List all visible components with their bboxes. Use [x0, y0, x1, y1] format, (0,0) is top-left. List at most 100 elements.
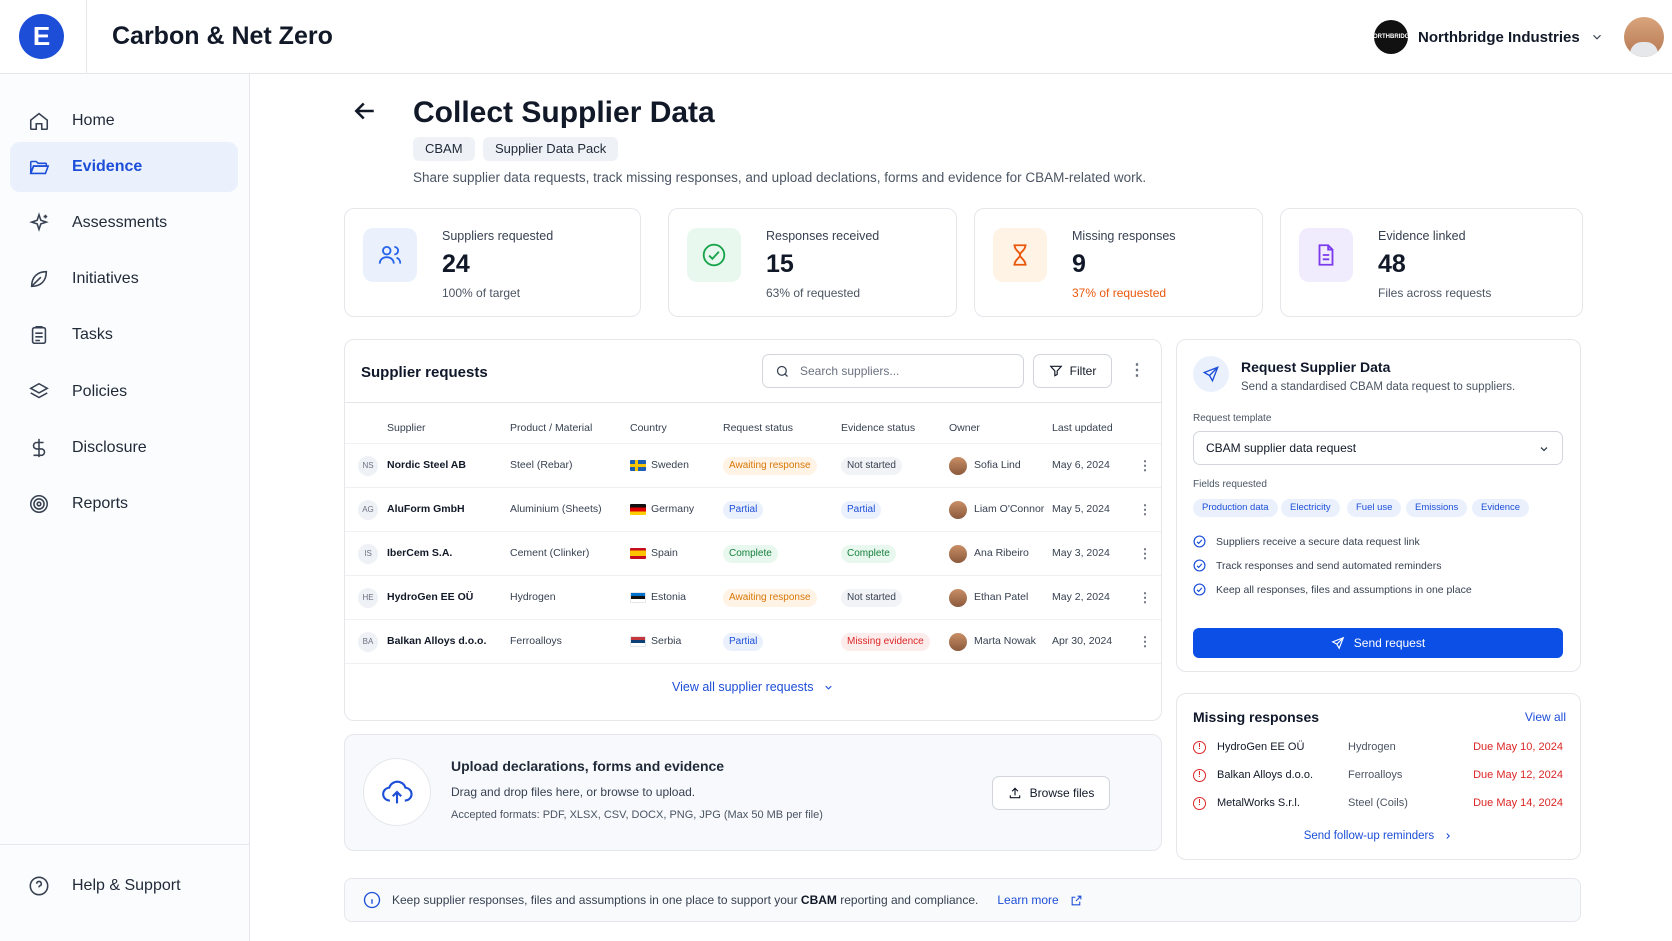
row-more-icon[interactable]: ⋮	[1137, 502, 1153, 518]
row-more-icon[interactable]: ⋮	[1137, 458, 1153, 474]
search-input[interactable]: Search suppliers...	[762, 354, 1024, 388]
sidebar-item-evidence[interactable]: Evidence	[10, 142, 238, 192]
send-label: Send request	[1353, 636, 1426, 650]
banner-text-bold: CBAM	[800, 893, 837, 907]
supplier-name[interactable]: Nordic Steel AB	[387, 459, 466, 471]
field-tag[interactable]: Electricity	[1281, 499, 1340, 517]
list-item[interactable]: ! HydroGen EE OÜ Hydrogen Due May 10, 20…	[1193, 739, 1563, 757]
request-status-badge: Complete	[723, 545, 778, 563]
more-icon[interactable]: ⋮	[1129, 363, 1145, 379]
owner-name: Ana Ribeiro	[974, 547, 1029, 559]
owner-avatar	[949, 501, 967, 519]
owner-avatar	[949, 545, 967, 563]
column-header[interactable]: Country	[630, 422, 667, 434]
template-select[interactable]: CBAM supplier data request	[1193, 431, 1563, 465]
sidebar-item-disclosure[interactable]: Disclosure	[10, 423, 238, 473]
supplier-name[interactable]: HydroGen EE OÜ	[387, 591, 473, 603]
evidence-status-badge: Complete	[841, 545, 896, 563]
supplier-name[interactable]: IberCem S.A.	[387, 547, 452, 559]
spain-flag-icon	[630, 548, 646, 559]
filter-button[interactable]: Filter	[1033, 354, 1112, 388]
evidence-status-badge: Not started	[841, 457, 902, 475]
org-switcher[interactable]: NORTHBRIDGE Northbridge Industries	[1369, 20, 1604, 54]
stat-sub: 37% of requested	[1072, 286, 1167, 300]
germany-flag-icon	[630, 504, 646, 515]
divider	[345, 663, 1161, 664]
send-request-button[interactable]: Send request	[1193, 628, 1563, 658]
supplier-name[interactable]: AluForm GmbH	[387, 503, 465, 515]
column-header[interactable]: Evidence status	[841, 422, 915, 434]
feature-text: Track responses and send automated remin…	[1216, 559, 1442, 572]
sidebar-item-label: Policies	[72, 383, 128, 400]
request-status-badge: Partial	[723, 501, 764, 519]
chevron-right-icon	[1446, 833, 1451, 839]
table-row[interactable]: HE HydroGen EE OÜ Hydrogen Estonia Await…	[345, 576, 1161, 620]
section-title: Missing responses	[1193, 709, 1320, 725]
supplier-name: MetalWorks S.r.l.	[1217, 797, 1300, 809]
upload-formats: Accepted formats: PDF, XLSX, CSV, DOCX, …	[451, 809, 823, 821]
owner-avatar	[949, 633, 967, 651]
due-date: Due May 12, 2024	[1473, 769, 1563, 781]
alert-icon: !	[1193, 769, 1206, 782]
table-row[interactable]: BA Balkan Alloys d.o.o. Ferroalloys Serb…	[345, 620, 1161, 664]
supplier-name[interactable]: Balkan Alloys d.o.o.	[387, 635, 486, 647]
sidebar-item-initiatives[interactable]: Initiatives	[10, 254, 238, 304]
sidebar-item-assessments[interactable]: Assessments	[10, 198, 238, 248]
external-link-icon[interactable]	[1070, 894, 1083, 907]
sidebar-item-label: Home	[72, 112, 115, 129]
sidebar-item-label: Tasks	[72, 326, 113, 343]
field-tag[interactable]: Production data	[1193, 499, 1278, 517]
supplier-initials: BA	[358, 632, 378, 652]
sidebar-item-reports[interactable]: Reports	[10, 479, 238, 529]
updated-cell: May 6, 2024	[1052, 459, 1110, 471]
row-more-icon[interactable]: ⋮	[1137, 634, 1153, 650]
view-all-link[interactable]: View all	[1525, 710, 1566, 724]
divider	[345, 402, 1161, 403]
send-follow-up-link[interactable]: Send follow-up reminders	[1177, 830, 1580, 842]
hourglass-icon	[993, 228, 1047, 282]
row-more-icon[interactable]: ⋮	[1137, 546, 1153, 562]
evidence-status-badge: Missing evidence	[841, 633, 930, 651]
back-arrow-icon[interactable]	[350, 96, 380, 126]
column-header[interactable]: Last updated	[1052, 422, 1113, 434]
list-item[interactable]: ! Balkan Alloys d.o.o. Ferroalloys Due M…	[1193, 767, 1563, 785]
owner-name: Sofia Lind	[974, 459, 1021, 471]
evidence-status-badge: Partial	[841, 501, 882, 519]
sweden-flag-icon	[630, 460, 646, 471]
view-all-requests-link[interactable]: View all supplier requests	[345, 680, 1161, 694]
stat-label: Responses received	[766, 229, 880, 243]
field-tag[interactable]: Evidence	[1472, 499, 1530, 517]
table-row[interactable]: IS IberCem S.A. Cement (Clinker) Spain C…	[345, 532, 1161, 576]
upload-subtitle: Drag and drop files here, or browse to u…	[451, 785, 696, 799]
search-placeholder: Search suppliers...	[800, 364, 900, 378]
table-row[interactable]: AG AluForm GmbH Aluminium (Sheets) Germa…	[345, 488, 1161, 532]
column-header[interactable]: Owner	[949, 422, 980, 434]
check-circle-icon	[687, 228, 741, 282]
upload-title: Upload declarations, forms and evidence	[451, 758, 725, 774]
row-more-icon[interactable]: ⋮	[1137, 590, 1153, 606]
stat-card-suppliers-requested: Suppliers requested 24 100% of target	[344, 208, 641, 317]
product-cell: Aluminium (Sheets)	[510, 503, 602, 515]
updated-cell: May 2, 2024	[1052, 591, 1110, 603]
sidebar-item-home[interactable]: Home	[10, 96, 238, 146]
upload-dropzone[interactable]: Upload declarations, forms and evidence …	[344, 734, 1162, 851]
field-tag[interactable]: Fuel use	[1347, 499, 1402, 517]
user-avatar[interactable]	[1624, 17, 1664, 57]
request-status-badge: Awaiting response	[723, 589, 817, 607]
list-item[interactable]: ! MetalWorks S.r.l. Steel (Coils) Due Ma…	[1193, 795, 1563, 813]
owner-name: Liam O'Connor	[974, 503, 1045, 515]
sidebar-item-policies[interactable]: Policies	[10, 367, 238, 417]
column-header[interactable]: Product / Material	[510, 422, 592, 434]
app-logo[interactable]: E	[19, 14, 64, 59]
table-row[interactable]: NS Nordic Steel AB Steel (Rebar) Sweden …	[345, 444, 1161, 488]
column-header[interactable]: Supplier	[387, 422, 426, 434]
column-header[interactable]: Request status	[723, 422, 793, 434]
browse-files-button[interactable]: Browse files	[992, 776, 1110, 810]
field-tag[interactable]: Emissions	[1406, 499, 1468, 517]
learn-more-link[interactable]: Learn more	[997, 893, 1058, 907]
product-cell: Ferroalloys	[510, 635, 562, 647]
sidebar-item-tasks[interactable]: Tasks	[10, 310, 238, 360]
updated-cell: May 3, 2024	[1052, 547, 1110, 559]
sidebar-item-help[interactable]: Help & Support	[10, 861, 238, 911]
check-circle-icon	[1193, 583, 1206, 596]
